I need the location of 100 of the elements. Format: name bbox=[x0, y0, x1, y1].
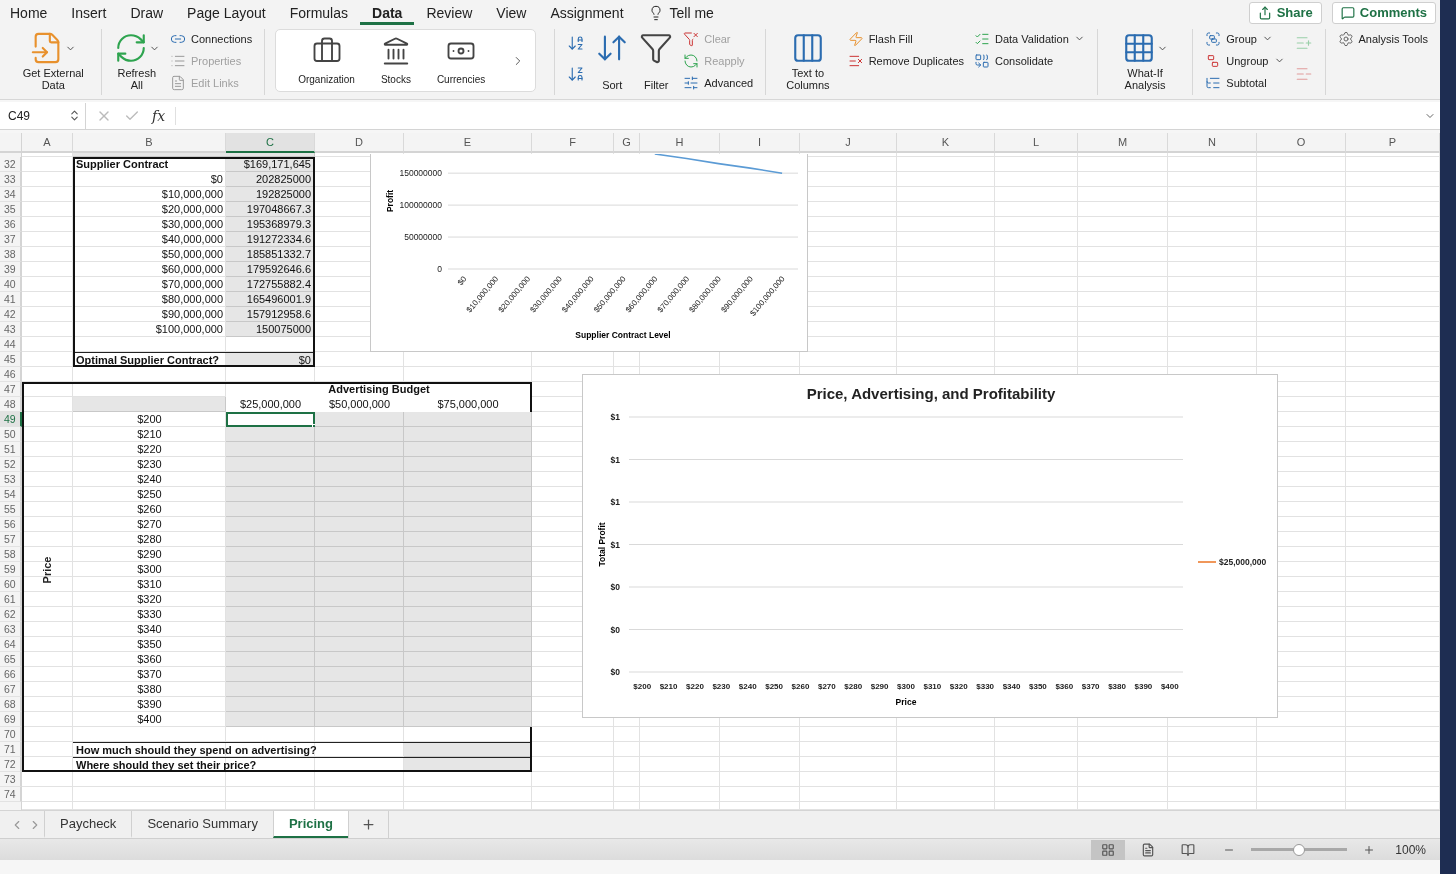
table-cell[interactable] bbox=[404, 607, 532, 622]
table-cell[interactable] bbox=[226, 682, 315, 697]
row-header[interactable]: 44 bbox=[0, 337, 22, 352]
table-cell[interactable] bbox=[315, 667, 404, 682]
row-header[interactable]: 38 bbox=[0, 247, 22, 262]
ribbon-button[interactable]: Remove Duplicates bbox=[845, 51, 966, 70]
column-header[interactable]: I bbox=[720, 133, 800, 153]
table-cell[interactable] bbox=[226, 442, 315, 457]
row-header[interactable]: 67 bbox=[0, 682, 22, 697]
column-header[interactable]: M bbox=[1078, 133, 1168, 153]
row-header[interactable]: 50 bbox=[0, 427, 22, 442]
table-cell[interactable] bbox=[226, 562, 315, 577]
name-box[interactable]: C49 bbox=[0, 102, 86, 129]
table-cell[interactable] bbox=[404, 592, 532, 607]
row-header[interactable]: 70 bbox=[0, 727, 22, 742]
table-cell[interactable] bbox=[404, 442, 532, 457]
row-header[interactable]: 55 bbox=[0, 502, 22, 517]
ribbon-button[interactable]: What-If Analysis bbox=[1107, 29, 1183, 95]
row-header[interactable]: 46 bbox=[0, 367, 22, 382]
ribbon-button[interactable]: Group bbox=[1203, 29, 1287, 48]
table-cell[interactable] bbox=[404, 697, 532, 712]
data-type-button[interactable]: Currencies bbox=[436, 30, 486, 91]
row-header[interactable] bbox=[0, 802, 22, 810]
tell-me-search[interactable]: Tell me bbox=[641, 3, 720, 22]
table-cell[interactable] bbox=[315, 652, 404, 667]
row-header[interactable]: 39 bbox=[0, 262, 22, 277]
row-header[interactable]: 64 bbox=[0, 637, 22, 652]
table-cell[interactable] bbox=[404, 622, 532, 637]
table-cell[interactable] bbox=[404, 502, 532, 517]
select-all-button[interactable] bbox=[0, 133, 22, 153]
row-header[interactable]: 40 bbox=[0, 277, 22, 292]
table-cell[interactable] bbox=[226, 622, 315, 637]
table-cell[interactable] bbox=[226, 457, 315, 472]
ribbon-button[interactable]: Refresh All bbox=[111, 29, 162, 95]
ribbon-button[interactable]: Filter bbox=[637, 29, 676, 95]
table-cell[interactable] bbox=[404, 472, 532, 487]
table-cell[interactable] bbox=[226, 592, 315, 607]
row-header[interactable]: 58 bbox=[0, 547, 22, 562]
row-header[interactable]: 54 bbox=[0, 487, 22, 502]
ribbon-button[interactable]: Advanced bbox=[681, 73, 756, 92]
table-cell[interactable] bbox=[315, 697, 404, 712]
row-header[interactable] bbox=[0, 153, 22, 157]
table-cell[interactable] bbox=[315, 607, 404, 622]
table-cell[interactable] bbox=[226, 427, 315, 442]
table-cell[interactable] bbox=[404, 652, 532, 667]
column-header[interactable]: G bbox=[614, 133, 640, 153]
table-cell[interactable] bbox=[315, 622, 404, 637]
row-header[interactable]: 49 bbox=[0, 412, 22, 427]
row-header[interactable]: 56 bbox=[0, 517, 22, 532]
ribbon-button[interactable]: Sort bbox=[593, 29, 632, 95]
ribbon-tab[interactable]: Insert bbox=[59, 0, 119, 25]
slider-thumb[interactable] bbox=[1293, 843, 1306, 856]
table-cell[interactable] bbox=[315, 577, 404, 592]
table-cell[interactable] bbox=[315, 532, 404, 547]
table-cell[interactable] bbox=[404, 682, 532, 697]
row-header[interactable]: 36 bbox=[0, 217, 22, 232]
row-header[interactable]: 60 bbox=[0, 577, 22, 592]
ribbon-button[interactable]: Consolidate bbox=[972, 51, 1087, 70]
row-header[interactable]: 48 bbox=[0, 397, 22, 412]
ribbon-tab[interactable]: Home bbox=[10, 0, 60, 25]
row-header[interactable]: 37 bbox=[0, 232, 22, 247]
row-header[interactable]: 61 bbox=[0, 592, 22, 607]
row-header[interactable]: 62 bbox=[0, 607, 22, 622]
row-header[interactable]: 71 bbox=[0, 742, 22, 757]
column-header[interactable]: E bbox=[404, 133, 532, 153]
table-cell[interactable] bbox=[404, 667, 532, 682]
row-header[interactable]: 65 bbox=[0, 652, 22, 667]
table-cell[interactable] bbox=[404, 487, 532, 502]
table-cell[interactable] bbox=[315, 412, 404, 427]
comments-button[interactable]: Comments bbox=[1331, 1, 1436, 24]
column-header[interactable]: N bbox=[1168, 133, 1257, 153]
table-cell[interactable] bbox=[404, 457, 532, 472]
row-header[interactable]: 41 bbox=[0, 292, 22, 307]
column-header[interactable]: P bbox=[1346, 133, 1440, 153]
table-cell[interactable] bbox=[315, 472, 404, 487]
column-header[interactable]: F bbox=[532, 133, 614, 153]
table-cell[interactable] bbox=[226, 487, 315, 502]
row-header[interactable]: 45 bbox=[0, 352, 22, 367]
column-header[interactable]: D bbox=[315, 133, 404, 153]
ribbon-button[interactable]: Flash Fill bbox=[845, 29, 966, 48]
table-cell[interactable] bbox=[404, 412, 532, 427]
table-cell[interactable] bbox=[315, 517, 404, 532]
row-header[interactable]: 33 bbox=[0, 172, 22, 187]
table-cell[interactable] bbox=[226, 502, 315, 517]
table-cell[interactable] bbox=[404, 577, 532, 592]
table-cell[interactable] bbox=[226, 412, 315, 427]
row-header[interactable]: 52 bbox=[0, 457, 22, 472]
ribbon-tab[interactable]: Formulas bbox=[277, 0, 361, 25]
ribbon-button[interactable]: Connections bbox=[168, 29, 255, 48]
column-header[interactable]: B bbox=[73, 133, 226, 153]
row-header[interactable]: 51 bbox=[0, 442, 22, 457]
ribbon-button[interactable]: Ungroup bbox=[1203, 51, 1287, 70]
table-cell[interactable] bbox=[226, 547, 315, 562]
ribbon-tab[interactable]: Review bbox=[414, 0, 485, 25]
row-header[interactable]: 73 bbox=[0, 772, 22, 787]
ribbon-tab[interactable]: Page Layout bbox=[175, 0, 278, 25]
view-button[interactable] bbox=[1091, 839, 1126, 860]
ribbon-button[interactable]: Data Validation bbox=[972, 29, 1087, 48]
table-cell[interactable] bbox=[404, 532, 532, 547]
table-cell[interactable] bbox=[315, 547, 404, 562]
